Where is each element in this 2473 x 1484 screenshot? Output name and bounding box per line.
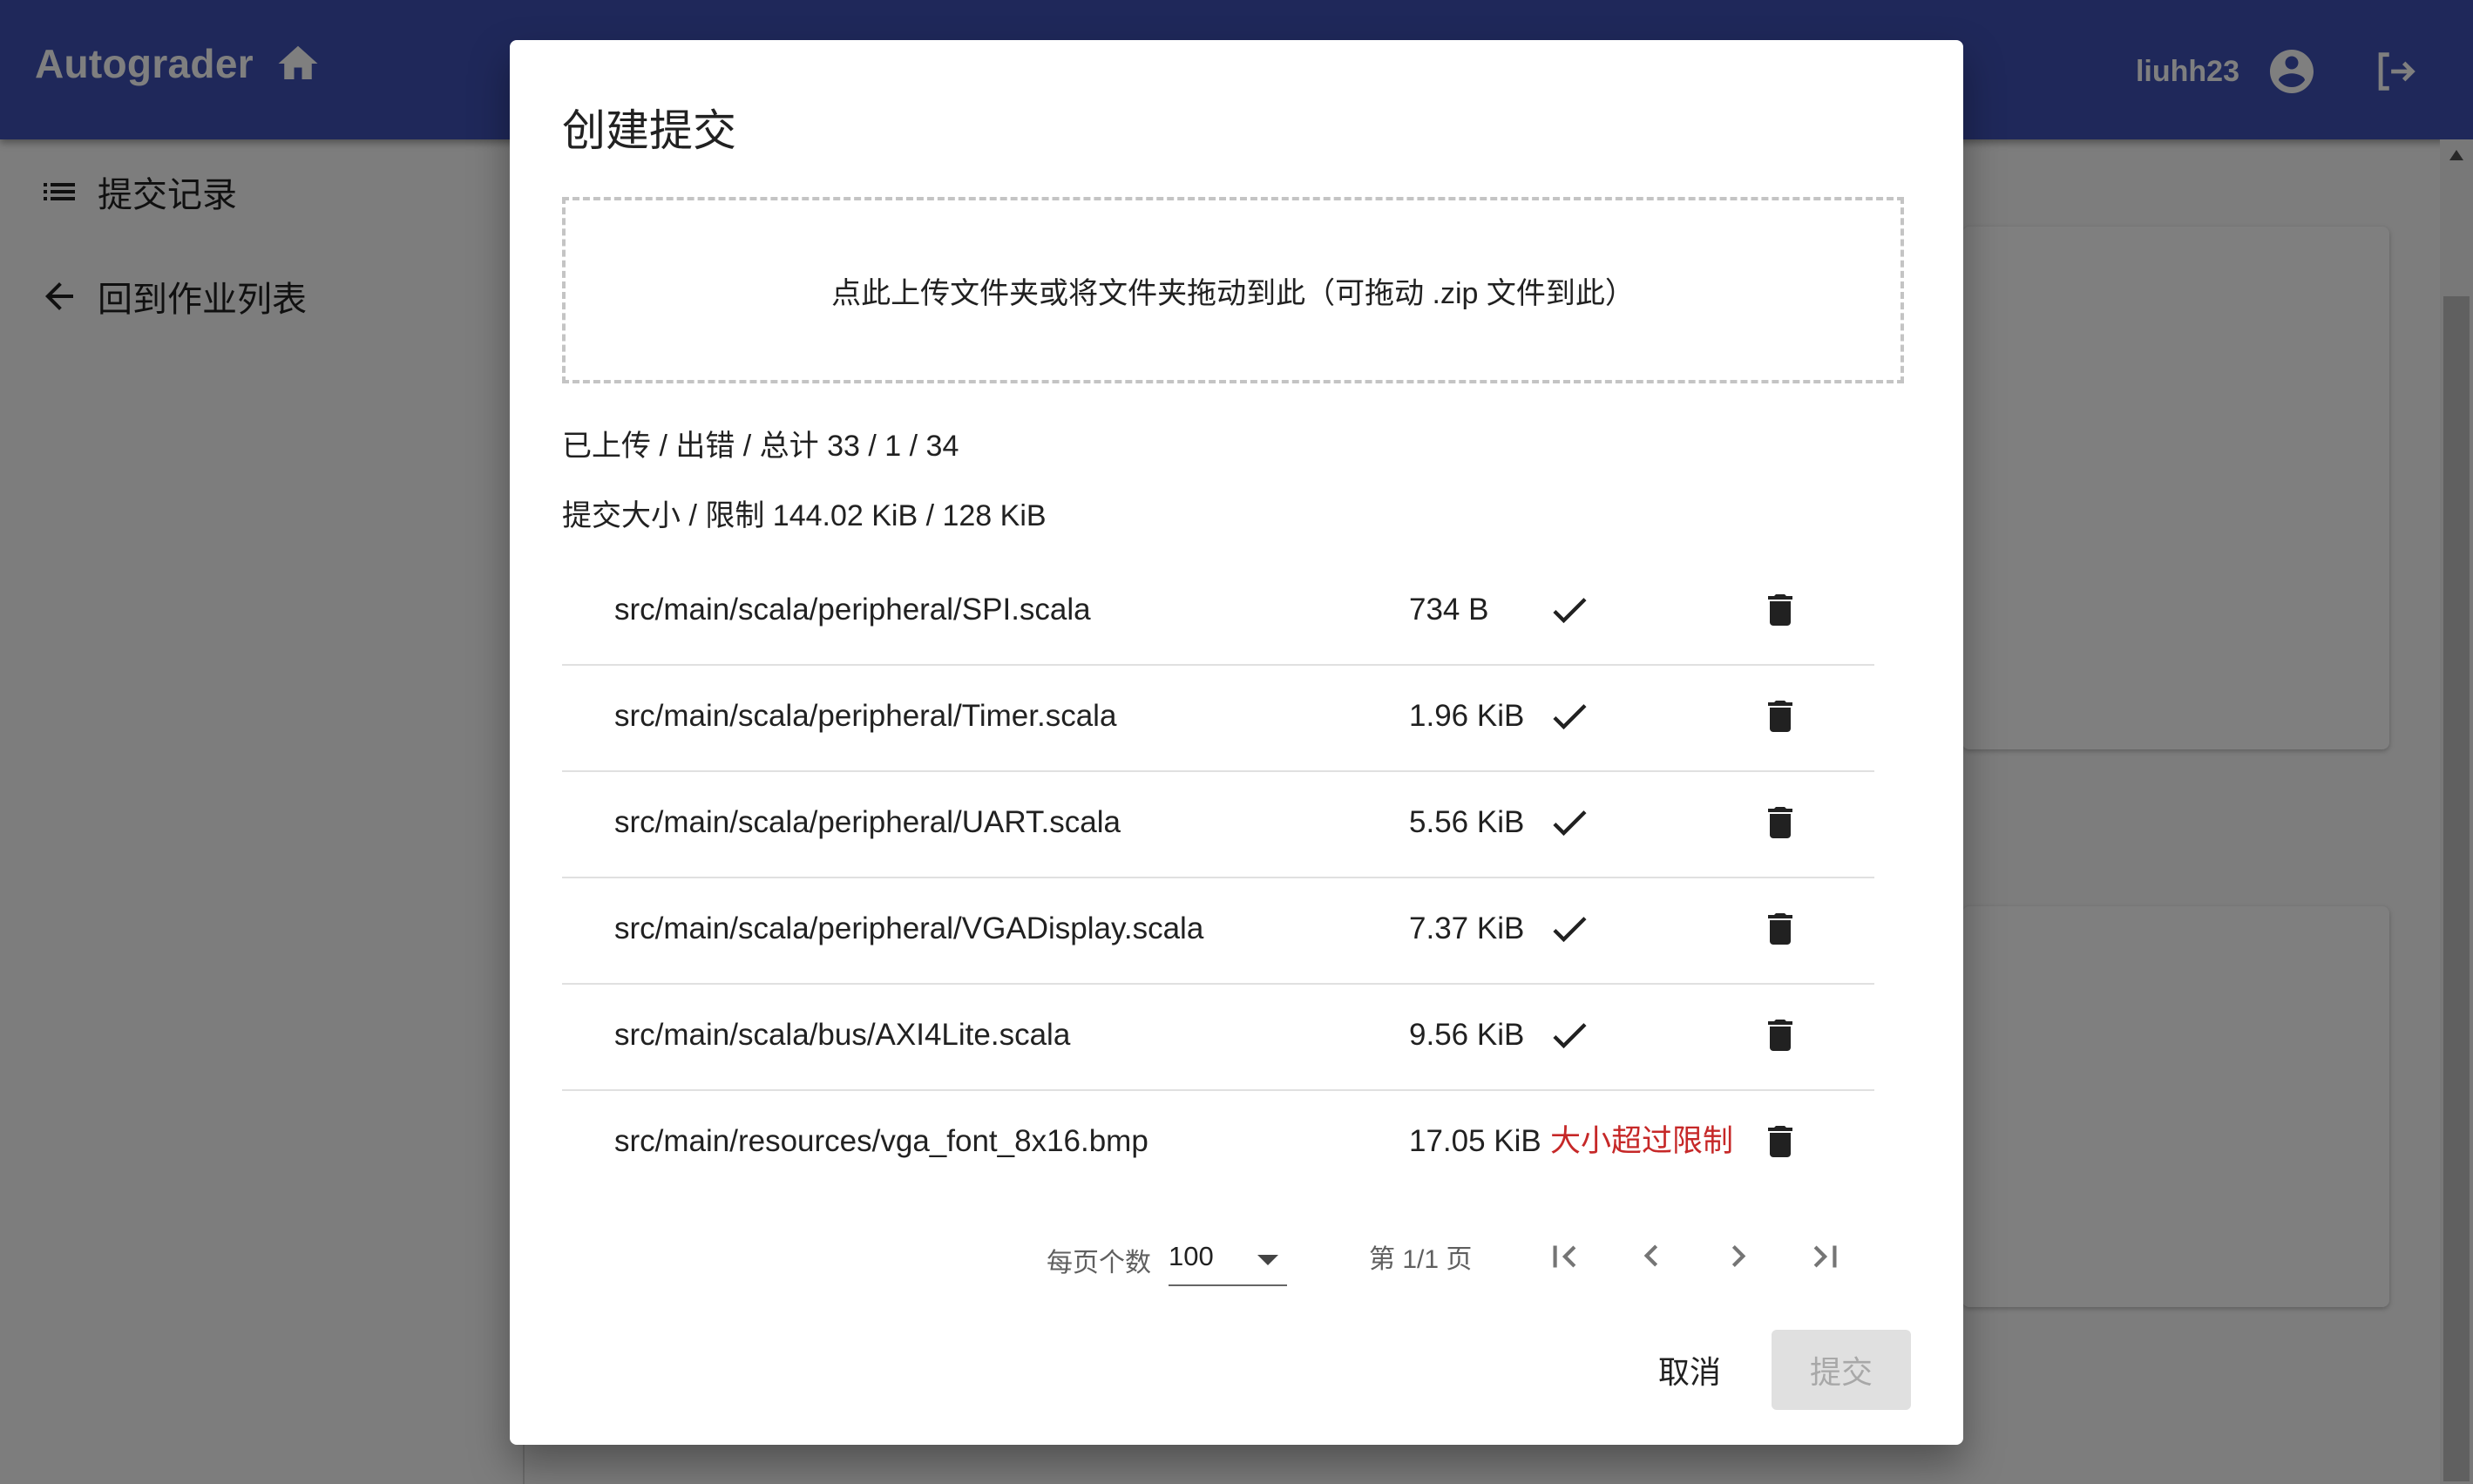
delete-file-button[interactable] (1749, 1110, 1812, 1173)
trash-icon (1759, 802, 1801, 844)
file-list-viewport: src/main/scala/peripheral/SPI.scala 734 B… (562, 559, 1961, 1192)
file-row: src/main/scala/peripheral/UART.scala 5.56… (562, 772, 1874, 878)
chevron-down-icon (1257, 1255, 1278, 1265)
file-name: src/main/resources/vga_font_8x16.bmp (614, 1124, 1148, 1158)
check-icon (1547, 666, 1592, 767)
check-icon (1547, 878, 1592, 979)
file-name: src/main/scala/peripheral/UART.scala (614, 805, 1121, 839)
delete-file-button[interactable] (1749, 898, 1812, 960)
file-name: src/main/scala/peripheral/VGADisplay.sca… (614, 911, 1204, 945)
file-row: src/main/scala/peripheral/VGADisplay.sca… (562, 878, 1874, 985)
cancel-button[interactable]: 取消 (1629, 1330, 1751, 1410)
file-row: src/main/resources/vga_font_8x16.bmp 17.0… (562, 1091, 1874, 1192)
upload-dropzone[interactable]: 点此上传文件夹或将文件夹拖动到此（可拖动 .zip 文件到此） (562, 197, 1904, 383)
file-status-error: 大小超过限制 (1550, 1124, 1734, 1158)
last-page-button[interactable] (1794, 1225, 1857, 1288)
upload-stats: 已上传 / 出错 / 总计 33 / 1 / 34 (562, 430, 959, 463)
first-page-button[interactable] (1533, 1225, 1596, 1288)
file-row: src/main/scala/peripheral/Timer.scala 1.9… (562, 666, 1874, 772)
delete-file-button[interactable] (1749, 579, 1812, 641)
trash-icon (1759, 589, 1801, 631)
check-icon (1547, 772, 1592, 873)
trash-icon (1759, 1121, 1801, 1162)
size-stats: 提交大小 / 限制 144.02 KiB / 128 KiB (562, 499, 1047, 532)
trash-icon (1759, 695, 1801, 737)
create-submission-dialog: 创建提交 点此上传文件夹或将文件夹拖动到此（可拖动 .zip 文件到此） 已上传… (510, 40, 1963, 1445)
previous-page-button[interactable] (1620, 1225, 1683, 1288)
file-name: src/main/scala/peripheral/SPI.scala (614, 593, 1091, 627)
page-info: 第 1/1 页 (1369, 1245, 1473, 1274)
rows-per-page-select[interactable]: 100 (1169, 1229, 1287, 1286)
file-size: 5.56 KiB (1409, 805, 1525, 839)
submit-button[interactable]: 提交 (1772, 1330, 1911, 1410)
file-row: src/main/scala/bus/AXI4Lite.scala 9.56 Ki… (562, 985, 1874, 1091)
rows-per-page-label: 每页个数 (1047, 1249, 1151, 1277)
file-name: src/main/scala/bus/AXI4Lite.scala (614, 1018, 1071, 1052)
dialog-actions: 取消 提交 (1629, 1330, 1911, 1410)
delete-file-button[interactable] (1749, 1004, 1812, 1067)
file-size: 17.05 KiB (1409, 1124, 1541, 1158)
file-size: 1.96 KiB (1409, 699, 1525, 733)
dialog-title: 创建提交 (562, 106, 736, 155)
delete-file-button[interactable] (1749, 685, 1812, 748)
file-row: src/main/scala/peripheral/SPI.scala 734 B (562, 559, 1874, 666)
trash-icon (1759, 908, 1801, 950)
check-icon (1547, 559, 1592, 661)
dropzone-text: 点此上传文件夹或将文件夹拖动到此（可拖动 .zip 文件到此） (831, 276, 1635, 310)
file-size: 7.37 KiB (1409, 911, 1525, 945)
check-icon (1547, 985, 1592, 1086)
file-list: src/main/scala/peripheral/SPI.scala 734 B… (562, 559, 1874, 1192)
rows-per-page-value: 100 (1169, 1241, 1214, 1271)
pagination: 每页个数 100 第 1/1 页 (510, 1199, 1963, 1295)
file-size: 9.56 KiB (1409, 1018, 1525, 1052)
file-size: 734 B (1409, 593, 1489, 627)
next-page-button[interactable] (1707, 1225, 1770, 1288)
file-name: src/main/scala/peripheral/Timer.scala (614, 699, 1117, 733)
trash-icon (1759, 1014, 1801, 1056)
delete-file-button[interactable] (1749, 791, 1812, 854)
